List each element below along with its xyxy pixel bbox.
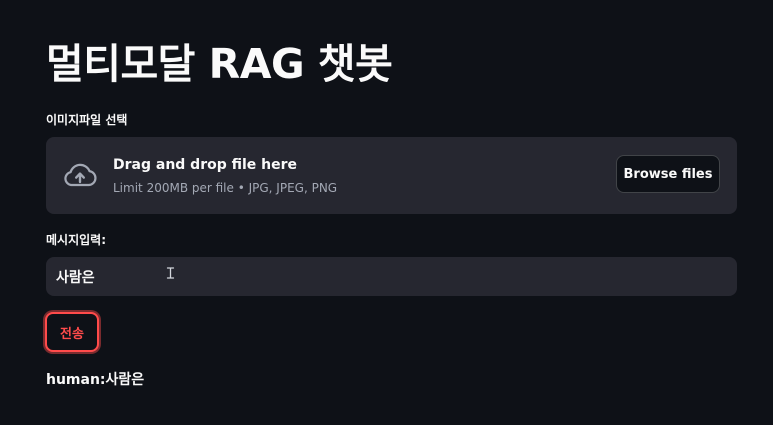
dropzone-limit-text: Limit 200MB per file • JPG, JPEG, PNG <box>113 181 338 195</box>
page-title: 멀티모달 RAG 챗봇 <box>46 40 393 88</box>
file-dropzone[interactable]: Drag and drop file here Limit 200MB per … <box>46 137 737 214</box>
message-input[interactable] <box>46 257 737 296</box>
file-uploader-label: 이미지파일 선택 <box>46 113 128 127</box>
dropzone-instructions: Drag and drop file here <box>113 157 298 173</box>
chat-message: human:사람은 <box>46 372 145 388</box>
send-button[interactable]: 전송 <box>45 312 99 352</box>
message-input-label: 메시지입력: <box>46 233 106 247</box>
browse-files-button[interactable]: Browse files <box>616 155 720 193</box>
cloud-upload-icon <box>62 161 98 189</box>
